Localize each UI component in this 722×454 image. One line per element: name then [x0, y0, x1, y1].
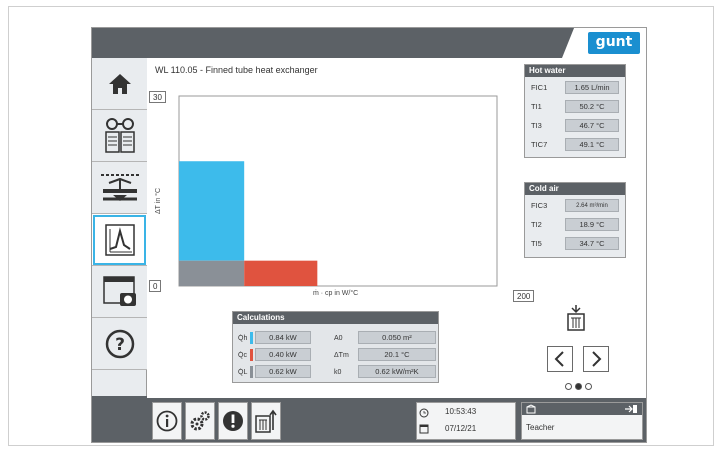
login-icon — [625, 405, 637, 413]
info-button[interactable] — [152, 402, 182, 440]
chart-bar-1 — [179, 161, 245, 261]
chart-bar-3 — [244, 260, 318, 286]
diagram-icon — [104, 223, 135, 256]
calc-value-k0: 0.62 kW/m²K — [357, 365, 436, 378]
logo-area: gunt — [562, 28, 646, 58]
x-axis-label: ṁ · cp in W/°C — [313, 290, 359, 297]
screenshot-camera-icon — [102, 275, 136, 306]
cold-air-tag-fic3: FIC3 — [531, 201, 548, 210]
page-dot-1[interactable] — [565, 383, 572, 390]
cold-air-title: Cold air — [525, 183, 625, 195]
sidebar-item-documentation[interactable] — [92, 110, 147, 162]
hot-water-tag-fic1: FIC1 — [531, 83, 548, 92]
calc-row-qc: Q̇c 0.40 kW — [238, 348, 311, 362]
y-max-label: 30 — [149, 91, 166, 103]
home-icon — [108, 73, 131, 94]
sidebar-item-help[interactable]: ? — [92, 318, 147, 370]
sidebar-item-diagram[interactable] — [92, 214, 147, 266]
page-title: WL 110.05 - Finned tube heat exchanger — [155, 65, 318, 75]
chart-bar-2 — [179, 260, 245, 286]
calc-label: k0 — [334, 369, 342, 376]
alert-icon — [223, 411, 243, 431]
calc-row-dtm: ΔTm 20.1 °C — [334, 348, 436, 361]
calculations-title: Calculations — [233, 312, 438, 324]
device-download-icon — [567, 305, 585, 331]
sidebar-item-home[interactable] — [92, 58, 147, 110]
hot-water-tag-ti3: TI3 — [531, 121, 542, 130]
device-export-icon — [255, 409, 277, 433]
calculations-panel: Calculations Q̇h 0.84 kW Q̇c 0.40 kW Q̇L… — [232, 311, 439, 383]
calc-value-a0: 0.050 m² — [357, 331, 436, 344]
sidebar-item-screenshot[interactable] — [92, 266, 147, 318]
chevron-left-icon — [554, 351, 564, 367]
settings-button[interactable] — [185, 402, 215, 440]
next-page-button[interactable] — [583, 346, 609, 372]
y-axis-label: ΔT in °C — [155, 187, 162, 214]
calc-value-dtm: 20.1 °C — [357, 348, 436, 361]
user-panel-header — [522, 403, 642, 415]
hmi-screen: gunt ? WL 110.05 - Finned tube heat exch… — [91, 27, 647, 443]
cold-air-value-ti2: 18.9 °C — [565, 218, 619, 231]
export-button[interactable] — [251, 402, 281, 440]
book-glasses-icon — [104, 117, 135, 153]
process-schematic-icon — [100, 173, 139, 201]
cold-air-tag-ti5: TI5 — [531, 239, 542, 248]
bottom-bar: 10:53:43 07/12/21 Teacher — [147, 398, 646, 442]
info-icon — [156, 410, 178, 432]
calc-value-qh: 0.84 kW — [254, 331, 311, 344]
clock-calendar-icon — [419, 408, 429, 434]
hot-water-value-fic1: 1.65 L/min — [565, 81, 619, 94]
user-icon — [526, 404, 536, 414]
cold-air-tag-ti2: TI2 — [531, 220, 542, 229]
hot-water-value-ti1: 50.2 °C — [565, 100, 619, 113]
x-min-label: 0 — [149, 280, 162, 292]
page-dot-2[interactable] — [575, 383, 582, 390]
time-text: 10:53:43 — [445, 407, 477, 416]
calc-row-k0: k0 0.62 kW/m²K — [334, 365, 436, 378]
hot-water-tag-tic7: TIC7 — [531, 140, 548, 149]
sidebar-item-process-schematic[interactable] — [92, 162, 147, 214]
user-panel[interactable]: Teacher — [521, 402, 643, 440]
hot-water-value-tic7: 49.1 °C — [565, 138, 619, 151]
calc-label: ΔTm — [334, 352, 349, 359]
calc-value-qc: 0.40 kW — [254, 348, 311, 361]
x-max-label: 200 — [513, 290, 535, 302]
color-marker — [249, 366, 253, 379]
color-marker — [249, 349, 253, 362]
help-icon: ? — [105, 329, 134, 358]
date-text: 07/12/21 — [445, 424, 477, 433]
device-view-button[interactable] — [563, 305, 589, 332]
sidebar: ? — [92, 58, 147, 442]
chart: 30 0 200 ṁ · cp in W/°C ΔT in °C — [149, 84, 569, 314]
user-name: Teacher — [526, 423, 555, 432]
cold-air-value-ti5: 34.7 °C — [565, 237, 619, 250]
svg-text:?: ? — [115, 335, 125, 355]
hot-water-tag-ti1: TI1 — [531, 102, 542, 111]
calc-row-qh: Q̇h 0.84 kW — [238, 331, 311, 345]
calc-row-ql: Q̇L 0.62 kW — [238, 365, 311, 379]
calc-label: A0 — [334, 335, 343, 342]
calc-label: Q̇L — [238, 369, 248, 376]
chart-svg — [178, 95, 498, 287]
prev-page-button[interactable] — [547, 346, 573, 372]
datetime-display: 10:53:43 07/12/21 — [416, 402, 516, 440]
gears-icon — [190, 411, 210, 431]
hot-water-value-ti3: 46.7 °C — [565, 119, 619, 132]
cold-air-value-fic3: 2.64 m³/min — [565, 199, 619, 212]
cold-air-panel: Cold air FIC3 2.64 m³/min TI2 18.9 °C TI… — [524, 182, 626, 258]
calc-value-ql: 0.62 kW — [254, 365, 311, 378]
alarm-button[interactable] — [218, 402, 248, 440]
chevron-right-icon — [592, 351, 602, 367]
calc-label: Q̇h — [238, 335, 248, 342]
brand-logo: gunt — [588, 32, 640, 54]
calc-row-a0: A0 0.050 m² — [334, 331, 436, 344]
sidebar-footer — [92, 396, 147, 442]
hot-water-panel: Hot water FIC1 1.65 L/min TI1 50.2 °C TI… — [524, 64, 626, 158]
page-dot-3[interactable] — [585, 383, 592, 390]
color-marker — [249, 332, 253, 345]
calc-label: Q̇c — [238, 352, 247, 359]
top-bar: gunt — [92, 28, 646, 58]
hot-water-title: Hot water — [525, 65, 625, 77]
